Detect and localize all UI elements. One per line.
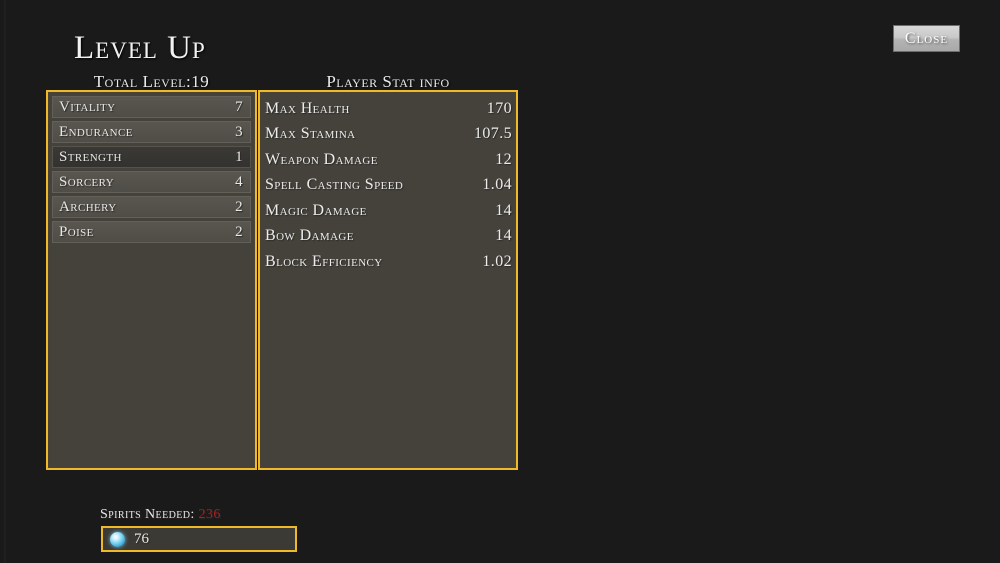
player-stat-info-header: Player Stat info	[326, 72, 450, 91]
attribute-name: Endurance	[59, 123, 133, 140]
stat-value: 1.02	[482, 252, 512, 270]
attribute-list: Vitality 7 Endurance 3 Strength 1 Sorcery 4 Arch…	[52, 96, 251, 246]
background-edge-band	[4, 0, 6, 563]
stat-name: Max Health	[265, 99, 350, 117]
attribute-row-sorcery[interactable]: Sorcery 4	[52, 171, 251, 193]
stat-row: Weapon Damage 12	[265, 147, 512, 173]
attribute-name: Poise	[59, 223, 94, 240]
spirits-needed-label: Spirits Needed: 236	[100, 507, 221, 523]
attribute-name: Archery	[59, 198, 117, 215]
stat-value: 107.5	[474, 125, 512, 143]
attribute-value: 2	[235, 198, 243, 215]
spirits-owned-box: 76	[101, 526, 297, 552]
player-stats-panel: Max Health 170 Max Stamina 107.5 Weapon Dama…	[258, 90, 518, 470]
stat-name: Max Stamina	[265, 125, 356, 143]
attribute-value: 2	[235, 223, 243, 240]
stat-name: Weapon Damage	[265, 150, 378, 168]
stat-name: Bow Damage	[265, 227, 354, 245]
attribute-value: 3	[235, 123, 243, 140]
stat-row: Max Stamina 107.5	[265, 122, 512, 148]
stat-value: 14	[495, 227, 512, 245]
player-stat-list: Max Health 170 Max Stamina 107.5 Weapon Dama…	[265, 96, 512, 275]
attribute-name: Sorcery	[59, 173, 115, 190]
attribute-name: Strength	[59, 148, 122, 165]
stat-row: Block Efficiency 1.02	[265, 249, 512, 275]
stat-row: Spell Casting Speed 1.04	[265, 173, 512, 199]
attribute-value: 1	[235, 148, 243, 165]
total-level-header: Total Level:19	[93, 72, 210, 91]
stat-row: Bow Damage 14	[265, 224, 512, 250]
stat-name: Spell Casting Speed	[265, 176, 404, 194]
stat-row: Max Health 170	[265, 96, 512, 122]
attribute-row-poise[interactable]: Poise 2	[52, 221, 251, 243]
page-title: Level Up	[74, 30, 206, 66]
attributes-panel: Vitality 7 Endurance 3 Strength 1 Sorcery 4 Arch…	[46, 90, 297, 552]
stat-value: 12	[495, 150, 512, 168]
spirit-orb-icon	[110, 531, 125, 547]
spirits-needed-text: Spirits Needed:	[100, 507, 195, 522]
attribute-value: 4	[235, 173, 243, 190]
attribute-row-strength[interactable]: Strength 1	[52, 146, 251, 168]
stat-value: 14	[495, 201, 512, 219]
spirits-owned-value: 76	[134, 530, 149, 547]
spirits-needed-value: 236	[198, 507, 221, 522]
attribute-value: 7	[235, 98, 243, 115]
close-button[interactable]: Close	[893, 25, 960, 52]
stat-value: 170	[486, 99, 512, 117]
stat-row: Magic Damage 14	[265, 198, 512, 224]
attribute-row-vitality[interactable]: Vitality 7	[52, 96, 251, 118]
attribute-name: Vitality	[59, 98, 116, 115]
stat-value: 1.04	[482, 176, 512, 194]
attribute-row-archery[interactable]: Archery 2	[52, 196, 251, 218]
attribute-row-endurance[interactable]: Endurance 3	[52, 121, 251, 143]
stat-name: Magic Damage	[265, 201, 367, 219]
stat-name: Block Efficiency	[265, 252, 383, 270]
